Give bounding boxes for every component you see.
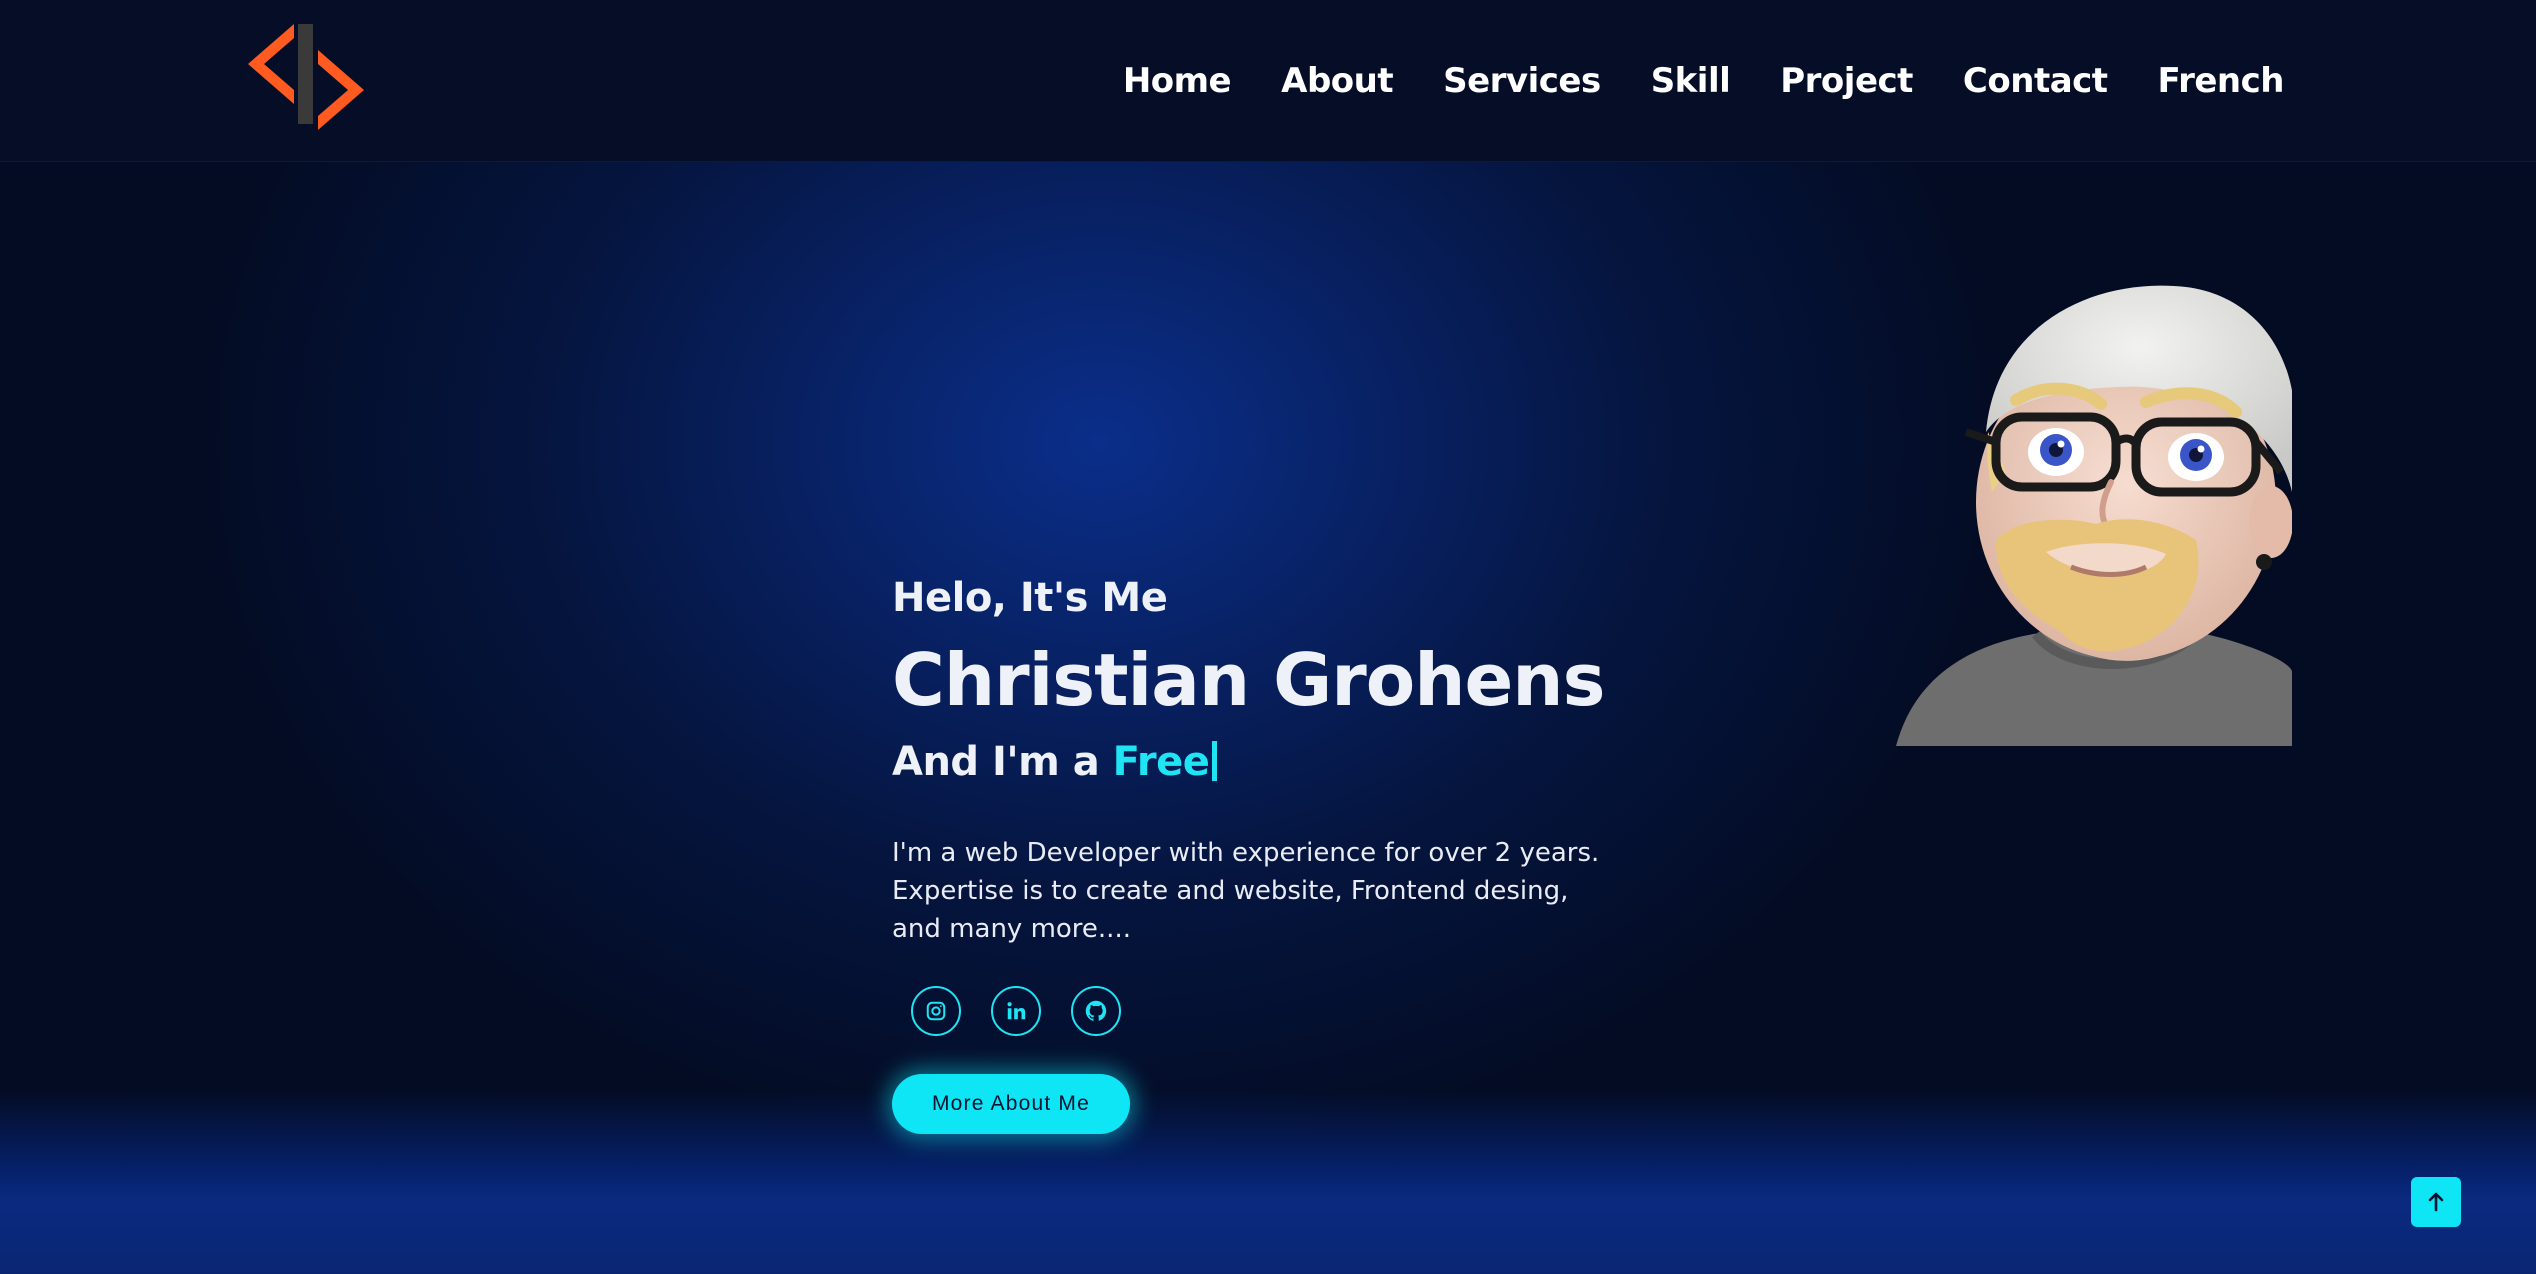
nav-about[interactable]: About (1281, 61, 1393, 101)
typing-cursor (1212, 741, 1218, 781)
hero-name: Christian Grohens (892, 638, 1605, 722)
instagram-link[interactable] (911, 986, 961, 1036)
hero-role: And I'm a Free (892, 730, 1652, 794)
hero-content: Helo, It's Me Christian Grohens And I'm … (892, 570, 1652, 1134)
nav-services[interactable]: Services (1443, 61, 1601, 101)
role-typed-text: Free (1112, 739, 1210, 785)
github-icon (1085, 1000, 1107, 1021)
linkedin-icon (1007, 1002, 1026, 1020)
memoji-avatar-icon (1896, 285, 2292, 746)
instagram-icon (926, 1001, 946, 1021)
linkedin-link[interactable] (991, 986, 1041, 1036)
site-header: Home About Services Skill Project Contac… (0, 0, 2536, 162)
nav-skill[interactable]: Skill (1651, 61, 1731, 101)
nav-home[interactable]: Home (1123, 61, 1232, 101)
hero-section: Helo, It's Me Christian Grohens And I'm … (0, 162, 2536, 1274)
nav-french[interactable]: French (2158, 61, 2285, 101)
code-brackets-logo-icon[interactable] (248, 24, 364, 130)
nav-project[interactable]: Project (1780, 61, 1913, 101)
arrow-up-icon (2428, 1192, 2444, 1212)
hero-greeting: Helo, It's Me (892, 575, 1168, 621)
github-link[interactable] (1071, 986, 1121, 1036)
main-nav: Home About Services Skill Project Contac… (1123, 0, 2285, 162)
role-prefix: And I'm a (892, 739, 1113, 785)
hero-description: I'm a web Developer with experience for … (892, 838, 1600, 944)
more-about-me-button[interactable]: More About Me (892, 1074, 1130, 1134)
social-links (911, 986, 1652, 1036)
nav-contact[interactable]: Contact (1963, 61, 2108, 101)
scroll-to-top-button[interactable] (2411, 1177, 2461, 1227)
